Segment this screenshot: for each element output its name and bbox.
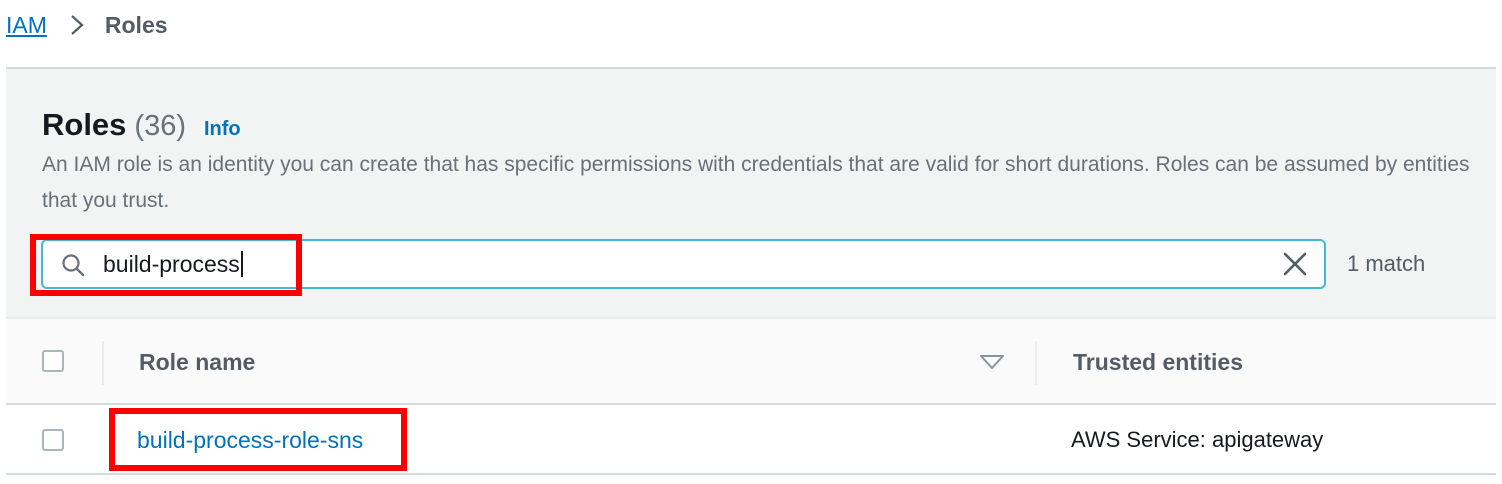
table-header: Role name Trusted entities: [6, 317, 1496, 405]
column-divider: [1035, 341, 1037, 385]
select-all-checkbox[interactable]: [42, 350, 64, 372]
page-description: An IAM role is an identity you can creat…: [42, 153, 1470, 212]
trusted-entities-cell: AWS Service: apigateway: [1071, 427, 1324, 452]
search-text: build-process: [103, 251, 240, 277]
breadcrumb-roles: Roles: [104, 11, 168, 38]
column-header-trusted-entities[interactable]: Trusted entities: [1073, 319, 1243, 405]
search-icon: [61, 253, 85, 277]
text-cursor: [240, 251, 243, 277]
sort-down-icon[interactable]: [979, 354, 1005, 370]
info-link[interactable]: Info: [204, 118, 241, 141]
row-checkbox[interactable]: [42, 429, 64, 451]
clear-icon[interactable]: [1282, 251, 1308, 277]
roles-count: (36): [134, 110, 186, 142]
column-divider: [102, 341, 104, 385]
role-name-link[interactable]: build-process-role-sns: [137, 405, 363, 475]
breadcrumb-iam-link[interactable]: IAM: [6, 12, 47, 39]
roles-header-panel: Roles (36) Info An IAM role is an identi…: [6, 69, 1496, 317]
search-value: build-process: [103, 241, 243, 287]
table-row: build-process-role-sns AWS Service: apig…: [6, 405, 1496, 475]
page-title: Roles: [42, 107, 127, 142]
title-row: Roles (36) Info: [42, 107, 241, 143]
chevron-right-icon: [59, 10, 95, 40]
match-count: 1 match: [1347, 251, 1426, 276]
search-input[interactable]: build-process: [41, 239, 1326, 289]
column-header-role-name[interactable]: Role name: [139, 319, 255, 405]
breadcrumb: IAM Roles: [6, 8, 168, 42]
